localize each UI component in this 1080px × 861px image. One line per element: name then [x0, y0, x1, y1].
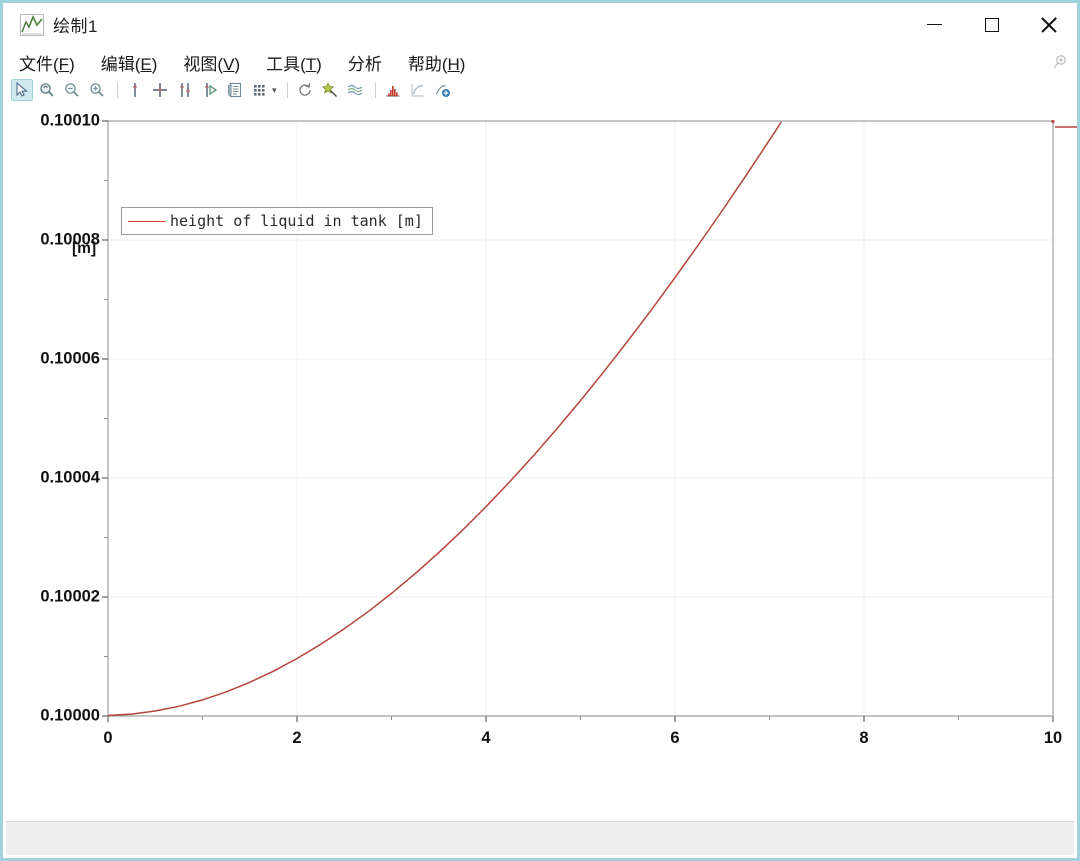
series-end-marker	[1051, 119, 1055, 124]
menu-label-tools: 工具(	[266, 54, 306, 74]
menu-post-edit: )	[151, 54, 158, 74]
title-bar: 绘制1	[3, 3, 1077, 47]
toolbar-separator	[286, 82, 288, 98]
grid-horizontal	[108, 239, 1053, 598]
single-cursor-tool[interactable]	[124, 79, 146, 101]
zoom-in-tool[interactable]	[86, 79, 108, 101]
menu-label-help: 帮助(	[407, 54, 448, 74]
menu-label-edit: 编辑(	[100, 54, 141, 74]
spectrum-tool[interactable]	[407, 79, 429, 101]
toolbar-separator	[117, 82, 118, 98]
magnifier-minus-icon	[65, 83, 79, 97]
menu-mnemonic-help: H	[447, 54, 460, 74]
magnifier-hand-icon	[40, 83, 54, 97]
status-bar	[6, 821, 1074, 855]
menu-label-view: 视图(	[183, 54, 224, 74]
legend-color-swatch	[128, 220, 166, 222]
cursor-single-icon	[133, 83, 137, 97]
cursor-crosshair-icon	[153, 83, 167, 97]
waves-icon	[347, 84, 362, 96]
chevron-down-icon[interactable]: ▾	[272, 85, 277, 96]
crosshair-cursor-tool[interactable]	[149, 79, 171, 101]
cursor-arrow-icon	[16, 82, 28, 97]
plot-window: 绘制1 文件(F) 编辑(E) 视图(V) 工具(T) 分析 帮助(H) ▾ h…	[0, 0, 1080, 861]
menu-post-file: )	[69, 54, 75, 74]
menu-post-help: )	[459, 54, 466, 74]
menu-mnemonic-view: V	[223, 54, 235, 74]
pan-tool[interactable]	[36, 79, 58, 101]
menu-post-tools: )	[316, 54, 322, 74]
magnifier-plus-icon	[90, 83, 104, 97]
grid-matrix-icon	[254, 85, 265, 96]
window-title: 绘制1	[53, 17, 98, 36]
grid-layout-tool[interactable]	[249, 79, 271, 101]
menu-item-file[interactable]: 文件(F)	[17, 49, 77, 76]
plot-curve-icon	[19, 13, 45, 37]
toolbar: ▾	[3, 77, 1077, 104]
mark-curve-tool[interactable]	[319, 79, 341, 101]
line-chart-gray-icon	[411, 84, 424, 97]
close-icon	[1040, 16, 1057, 33]
cursor-dual-icon	[180, 83, 190, 97]
dual-cursor-tool[interactable]	[174, 79, 196, 101]
menu-item-edit[interactable]: 编辑(E)	[99, 49, 160, 76]
cursor-play-tool[interactable]	[199, 79, 221, 101]
table-list-icon	[228, 82, 242, 98]
menu-item-help[interactable]: 帮助(H)	[406, 49, 468, 76]
toolbar-separator	[374, 82, 376, 98]
menu-item-analysis[interactable]: 分析	[346, 49, 384, 76]
refresh-circle-icon	[298, 83, 311, 96]
window-controls	[906, 3, 1077, 46]
add-plot-tool[interactable]	[432, 79, 454, 101]
histogram-tool[interactable]	[382, 79, 404, 101]
curve-style-tool[interactable]	[344, 79, 366, 101]
plot-area[interactable]: height of liquid in tank [m] [m] 0.10010…	[3, 104, 1077, 849]
menu-post-view: )	[234, 54, 241, 74]
star-pin-icon	[321, 82, 337, 97]
legend-label-0: height of liquid in tank [m]	[170, 212, 423, 230]
menu-item-tools[interactable]: 工具(T)	[264, 49, 324, 76]
maximize-icon	[984, 17, 999, 32]
menu-item-view[interactable]: 视图(V)	[181, 49, 242, 76]
select-arrow-tool[interactable]	[11, 79, 33, 101]
zoom-out-tool[interactable]	[61, 79, 83, 101]
menu-label-analysis: 分析	[347, 54, 382, 74]
menu-mnemonic-tools: T	[305, 54, 317, 74]
menu-mnemonic-edit: E	[140, 54, 152, 74]
minimize-icon	[927, 23, 942, 26]
legend[interactable]: height of liquid in tank [m]	[121, 207, 433, 235]
add-curve-icon	[435, 85, 450, 97]
data-table-tool[interactable]	[224, 79, 246, 101]
close-button[interactable]	[1020, 3, 1077, 46]
bar-chart-red-icon	[386, 86, 400, 97]
pin-window-icon[interactable]	[1051, 53, 1069, 71]
menu-label-file: 文件(	[19, 54, 59, 74]
cursor-play-icon	[205, 83, 218, 97]
menu-mnemonic-file: F	[58, 54, 70, 74]
menu-bar: 文件(F) 编辑(E) 视图(V) 工具(T) 分析 帮助(H)	[3, 47, 1077, 77]
maximize-button[interactable]	[963, 3, 1020, 46]
refresh-tool[interactable]	[294, 79, 316, 101]
minimize-button[interactable]	[906, 3, 963, 46]
